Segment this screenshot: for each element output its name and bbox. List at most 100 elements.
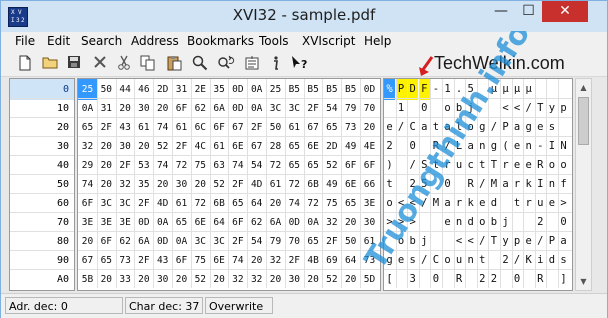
hex-cell[interactable]: 2F: [304, 98, 323, 119]
hex-cell[interactable]: 52: [322, 269, 341, 290]
hex-cell[interactable]: 3C: [210, 231, 229, 252]
text-cell[interactable]: o: [558, 155, 569, 176]
hex-cell[interactable]: 20: [191, 174, 210, 195]
text-cell[interactable]: /: [396, 117, 407, 138]
text-cell[interactable]: I: [535, 174, 546, 195]
hex-cell[interactable]: 2F: [172, 136, 191, 157]
hex-cell[interactable]: 4E: [360, 136, 379, 157]
text-cell[interactable]: n: [454, 212, 465, 233]
text-cell[interactable]: r: [454, 193, 465, 214]
hex-cell[interactable]: 6E: [191, 212, 210, 233]
hex-cell[interactable]: 43: [153, 250, 172, 271]
hex-cell[interactable]: 20: [266, 193, 285, 214]
text-cell[interactable]: 2: [477, 269, 488, 290]
text-cell[interactable]: P: [395, 79, 407, 100]
hex-cell[interactable]: 43: [116, 117, 135, 138]
text-cell[interactable]: a: [419, 117, 430, 138]
text-cell[interactable]: P: [500, 117, 511, 138]
text-cell[interactable]: n: [546, 174, 557, 195]
hex-cell[interactable]: 0D: [228, 98, 247, 119]
text-cell[interactable]: %: [384, 79, 395, 100]
hex-cell[interactable]: 20: [341, 269, 360, 290]
hex-cell[interactable]: 2E: [191, 79, 210, 100]
hex-cell[interactable]: 6F: [210, 117, 229, 138]
find-icon[interactable]: [191, 55, 209, 73]
hex-cell[interactable]: 74: [153, 155, 172, 176]
text-cell[interactable]: 0: [442, 174, 453, 195]
hex-cell[interactable]: 35: [134, 174, 153, 195]
hex-cell[interactable]: 3C: [266, 98, 285, 119]
hex-cell[interactable]: 0A: [153, 212, 172, 233]
menu-xviscript[interactable]: XVIscript: [302, 34, 355, 48]
text-cell[interactable]: n: [477, 136, 488, 157]
hex-cell[interactable]: 20: [97, 136, 116, 157]
hex-cell[interactable]: 0A: [78, 98, 97, 119]
hex-cell[interactable]: 46: [134, 79, 153, 100]
hex-cell[interactable]: B5: [285, 79, 304, 100]
hex-cell[interactable]: 20: [78, 231, 97, 252]
hex-cell[interactable]: 6F: [228, 212, 247, 233]
text-cell[interactable]: b: [407, 231, 418, 252]
address-cell[interactable]: 20: [10, 117, 74, 138]
text-cell[interactable]: u: [454, 250, 465, 271]
paste-icon[interactable]: [165, 55, 183, 73]
text-cell[interactable]: [477, 79, 488, 100]
text-cell[interactable]: /: [477, 231, 488, 252]
text-cell[interactable]: a: [558, 231, 569, 252]
hex-cell[interactable]: 3C: [191, 231, 210, 252]
text-cell[interactable]: <: [396, 193, 407, 214]
hex-cell[interactable]: 32: [266, 250, 285, 271]
hex-cell[interactable]: 75: [191, 250, 210, 271]
text-cell[interactable]: o: [442, 98, 453, 119]
text-cell[interactable]: [430, 174, 441, 195]
hex-cell[interactable]: 20: [97, 155, 116, 176]
hex-cell[interactable]: 4D: [247, 174, 266, 195]
text-cell[interactable]: t: [384, 174, 395, 195]
text-cell[interactable]: C: [430, 250, 441, 271]
text-cell[interactable]: 2: [407, 174, 418, 195]
text-cell[interactable]: >: [407, 212, 418, 233]
hex-cell[interactable]: 3E: [97, 212, 116, 233]
text-cell[interactable]: e: [535, 117, 546, 138]
hex-cell[interactable]: 72: [191, 193, 210, 214]
hex-cell[interactable]: 0A: [247, 79, 266, 100]
hex-cell[interactable]: 2F: [97, 117, 116, 138]
hex-cell[interactable]: 61: [360, 231, 379, 252]
hex-cell[interactable]: 31: [97, 98, 116, 119]
hex-cell[interactable]: 20: [97, 269, 116, 290]
hex-cell[interactable]: 20: [304, 269, 323, 290]
hex-cell[interactable]: 52: [153, 136, 172, 157]
text-cell[interactable]: d: [465, 212, 476, 233]
text-cell[interactable]: N: [558, 136, 569, 157]
hex-cell[interactable]: 65: [228, 193, 247, 214]
text-cell[interactable]: b: [454, 98, 465, 119]
hex-cell[interactable]: 30: [134, 98, 153, 119]
text-cell[interactable]: [396, 269, 407, 290]
hex-cell[interactable]: 25: [78, 79, 97, 100]
text-cell[interactable]: g: [384, 250, 395, 271]
hex-cell[interactable]: 72: [304, 193, 323, 214]
text-cell[interactable]: p: [512, 231, 523, 252]
hex-cell[interactable]: 6F: [78, 193, 97, 214]
hex-cell[interactable]: 65: [322, 117, 341, 138]
hex-cell[interactable]: 3E: [360, 193, 379, 214]
text-cell[interactable]: [: [384, 269, 395, 290]
hex-cell[interactable]: 73: [341, 117, 360, 138]
hex-cell[interactable]: 52: [322, 155, 341, 176]
text-cell[interactable]: t: [477, 250, 488, 271]
text-cell[interactable]: e: [384, 117, 395, 138]
hex-cell[interactable]: 50: [97, 79, 116, 100]
hex-cell[interactable]: 6A: [266, 212, 285, 233]
hex-cell[interactable]: 32: [247, 269, 266, 290]
text-cell[interactable]: r: [512, 174, 523, 195]
text-grid[interactable]: % P D F -1. 5 µµµµ 1 0 obj < < / Ty p e / Ca t a l o g / Pa…: [383, 78, 573, 291]
hex-cell[interactable]: 63: [210, 155, 229, 176]
hex-cell[interactable]: 30: [116, 136, 135, 157]
hex-cell[interactable]: 2F: [247, 117, 266, 138]
text-cell[interactable]: r: [500, 155, 511, 176]
hex-cell[interactable]: 3C: [116, 193, 135, 214]
address-column[interactable]: 0 10 20 30 40 50 60 70 80 90 A0: [9, 78, 75, 291]
text-cell[interactable]: [442, 231, 453, 252]
hex-cell[interactable]: 20: [153, 98, 172, 119]
text-cell[interactable]: S: [419, 155, 430, 176]
